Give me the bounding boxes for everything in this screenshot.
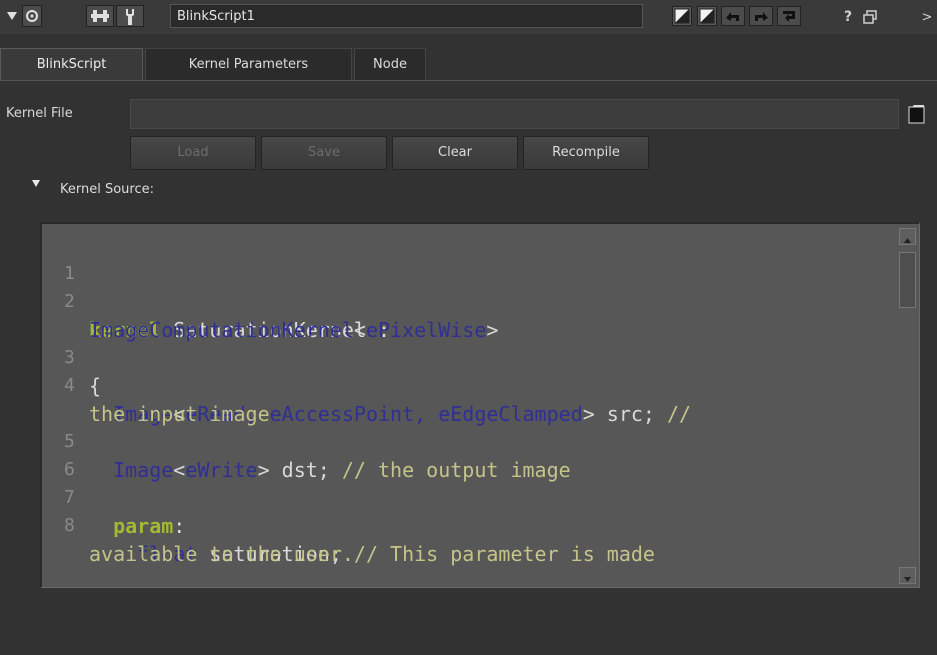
code-plain: >	[486, 318, 499, 342]
code-type: ePixelWise	[365, 318, 487, 342]
color-swatch-2-icon[interactable]	[697, 6, 717, 26]
code-line: 3 {	[42, 316, 101, 398]
code-plain: :	[173, 514, 186, 538]
clear-button[interactable]: Clear	[392, 136, 518, 170]
code-plain: >	[257, 458, 270, 482]
code-line: 4 Image<eRead, eAccessPoint, eEdgeClampe…	[42, 344, 691, 426]
close-icon[interactable]: >	[920, 6, 934, 28]
collapse-arrow-icon[interactable]	[2, 5, 22, 27]
code-text: ImageComputationKernel<ePixelWise>	[89, 316, 498, 344]
editor-scrollbar[interactable]	[898, 224, 918, 587]
node-graph-icon[interactable]	[86, 5, 114, 27]
kernel-source-label: Kernel Source:	[60, 182, 155, 197]
code-type: ImageComputationKernel	[89, 318, 354, 342]
code-line: 2 kernel SaturationKernel :	[42, 260, 390, 342]
code-comment: // This parameter is made	[353, 542, 655, 566]
kernel-source-collapse-icon[interactable]	[32, 180, 40, 187]
recompile-button[interactable]: Recompile	[523, 136, 649, 170]
code-text: param:	[89, 512, 185, 540]
code-text: Image<eWrite> dst; // the output image	[89, 456, 571, 484]
code-line-wrap: available to the user.	[42, 512, 354, 566]
code-line: 8 float saturation; // This parameter is…	[42, 484, 655, 566]
float-icon[interactable]	[860, 6, 880, 28]
kernel-source-editor[interactable]: 1 2 kernel SaturationKernel : ImageCompu…	[40, 222, 920, 588]
save-button[interactable]: Save	[261, 136, 387, 170]
code-type: eWrite	[185, 458, 258, 482]
redo-icon[interactable]	[749, 6, 773, 26]
tab-divider	[0, 80, 937, 81]
scroll-down-icon[interactable]	[899, 567, 916, 584]
help-icon[interactable]: ?	[838, 6, 858, 28]
code-plain: dst;	[269, 458, 342, 482]
code-line: 6	[42, 428, 90, 480]
code-comment: // the output image	[341, 458, 571, 482]
code-plain: <	[353, 318, 366, 342]
code-comment: //	[667, 402, 692, 426]
code-line: 7 param:	[42, 456, 185, 538]
code-plain: src;	[594, 402, 667, 426]
load-button[interactable]: Load	[130, 136, 256, 170]
code-plain: <	[173, 458, 186, 482]
wrench-icon[interactable]	[116, 5, 144, 27]
code-line-wrap: ImageComputationKernel<ePixelWise>	[42, 288, 498, 342]
code-comment: available to the user.	[89, 542, 354, 566]
code-line: 1	[42, 232, 90, 284]
code-plain: {	[89, 374, 102, 398]
code-line-wrap: the input image	[42, 372, 270, 426]
file-browse-icon[interactable]	[908, 104, 926, 124]
tab-blinkscript[interactable]: BlinkScript	[0, 48, 143, 80]
tab-kernel-parameters[interactable]: Kernel Parameters	[145, 48, 352, 80]
code-plain: >	[582, 402, 595, 426]
revert-icon[interactable]	[777, 6, 801, 26]
kernel-file-label: Kernel File	[6, 106, 73, 121]
node-titlebar: ? >	[0, 0, 937, 34]
code-comment: the input image	[89, 402, 270, 426]
viewer-circle-icon[interactable]	[22, 5, 42, 27]
tab-node[interactable]: Node	[354, 48, 426, 80]
scrollbar-thumb[interactable]	[899, 252, 916, 308]
code-keyword: param	[89, 514, 174, 538]
scroll-up-icon[interactable]	[899, 228, 916, 245]
code-line: 5 Image<eWrite> dst; // the output image	[42, 400, 571, 482]
node-name-input[interactable]	[170, 4, 643, 28]
color-swatch-1-icon[interactable]	[672, 6, 692, 26]
code-type: Image	[89, 458, 174, 482]
kernel-file-input[interactable]	[130, 99, 899, 129]
undo-icon[interactable]	[721, 6, 745, 26]
